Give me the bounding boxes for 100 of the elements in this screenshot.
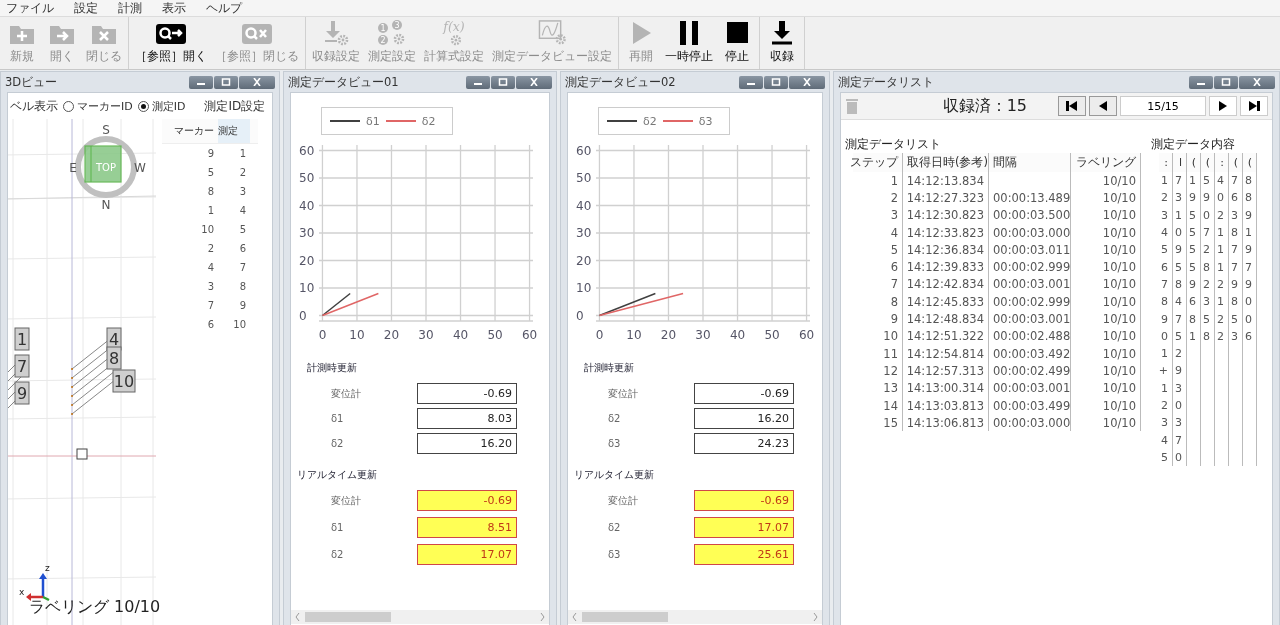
pause-icon <box>677 20 701 46</box>
table-cell: 00:00:02.999 <box>989 293 1071 311</box>
table-cell: 6 <box>1187 293 1201 311</box>
column-header[interactable]: マーカー <box>164 124 218 138</box>
origin-marker <box>76 448 88 460</box>
maximize-button[interactable] <box>214 75 238 89</box>
field-label: δ3 <box>608 438 622 449</box>
table-cell-text: 8 <box>238 281 247 292</box>
download-icon <box>770 20 794 46</box>
next-button[interactable] <box>1209 96 1237 116</box>
table-cell: 5 <box>1159 448 1173 467</box>
minimize-button[interactable] <box>739 75 763 89</box>
page-field[interactable]: 15/15 <box>1120 96 1206 116</box>
table-cell: 6 <box>1229 189 1243 207</box>
table-cell: 2 <box>1215 310 1229 328</box>
table-cell: 7 <box>1173 172 1187 190</box>
table-cell: 0 <box>1159 327 1173 345</box>
previous-button[interactable] <box>1089 96 1117 116</box>
table-cell: 10/10 <box>1071 344 1141 363</box>
table-cell: 4 <box>1173 293 1187 311</box>
value-field: 17.07 <box>694 517 794 538</box>
table-cell: 0 <box>1215 189 1229 207</box>
maximize-button[interactable] <box>491 75 515 89</box>
axis-tick-label: 10 <box>576 281 592 295</box>
column-header[interactable]: ( <box>1201 153 1215 172</box>
axis-tick-label: 40 <box>729 328 746 342</box>
marker-label: 8 <box>106 346 122 370</box>
table-cell-text: 1 <box>206 205 215 216</box>
toolbar-button[interactable]: ［参照］開く <box>131 17 211 69</box>
axis-label: x <box>19 587 25 597</box>
table-cell: 00:00:03.001 <box>989 379 1071 397</box>
field-label: 変位計 <box>608 386 639 401</box>
table-cell: 1 <box>1187 172 1201 190</box>
table-cell: 2 <box>853 189 903 207</box>
section-title: 計測時更新 <box>584 361 635 375</box>
cube-face-label: TOP <box>96 162 116 173</box>
table-cell: 7 <box>1173 431 1187 449</box>
menu-item[interactable]: 設定 <box>72 0 108 16</box>
axis-tick-label: 60 <box>521 328 538 342</box>
minimize-button[interactable] <box>189 75 213 89</box>
table-cell: 14:12:27.323 <box>903 189 989 207</box>
axis-tick-label: 20 <box>576 253 592 268</box>
table-cell-text: 3 <box>238 186 247 197</box>
axis-tick-label: 0 <box>576 308 584 323</box>
table-cell: 14:12:36.834 <box>903 241 989 259</box>
column-header[interactable]: ( <box>1243 153 1257 172</box>
first-button[interactable] <box>1058 96 1086 116</box>
table-cell: 3 <box>1229 327 1243 345</box>
table-cell: 2 <box>1201 241 1215 259</box>
table-cell: 1 <box>1159 344 1173 363</box>
column-header[interactable]: : <box>1215 153 1229 172</box>
close-button[interactable] <box>239 75 275 89</box>
maximize-icon <box>498 78 508 86</box>
table-cell: 8 <box>1159 293 1173 311</box>
minimize-button[interactable] <box>1189 75 1213 89</box>
radio-option[interactable]: マーカーID <box>63 98 133 114</box>
value-field: 16.20 <box>417 433 517 454</box>
column-header[interactable]: ラベリング <box>1071 153 1141 172</box>
menu-item[interactable]: 計測 <box>116 0 152 16</box>
table-cell: 8 <box>1243 172 1257 190</box>
toolbar-button[interactable]: 収録 <box>762 17 802 69</box>
menu-item[interactable]: ヘルプ <box>204 0 252 16</box>
minimize-button[interactable] <box>466 75 490 89</box>
column-header[interactable]: 測定 <box>218 119 250 143</box>
download-gear-icon <box>322 20 350 46</box>
column-header[interactable]: ( <box>1229 153 1243 172</box>
table-cell: 5 <box>1201 310 1215 328</box>
radio-group-label: ベル表示 <box>10 97 58 115</box>
field-label: 変位計 <box>608 493 639 508</box>
maximize-icon <box>771 78 781 86</box>
column-header[interactable]: ステップ <box>853 153 903 172</box>
table-cell: 5 <box>1201 172 1215 190</box>
table-cell: 9 <box>1243 206 1257 224</box>
maximize-button[interactable] <box>1214 75 1238 89</box>
toolbar-button[interactable]: 一時停止 <box>661 17 717 69</box>
menu-item[interactable]: 表示 <box>160 0 196 16</box>
menu-item[interactable]: ファイル <box>4 0 64 16</box>
column-header[interactable]: 取得日時(参考) <box>903 153 989 172</box>
axis-tick-label: 0 <box>595 328 604 342</box>
table-cell: 3 <box>853 206 903 224</box>
close-button[interactable] <box>789 75 825 89</box>
last-button[interactable] <box>1240 96 1268 116</box>
table-cell: 13 <box>853 379 903 397</box>
toolbar-button[interactable]: 停止 <box>717 17 757 69</box>
close-button[interactable] <box>516 75 552 89</box>
column-header[interactable]: ( <box>1187 153 1201 172</box>
table-cell-text: 6 <box>238 243 247 254</box>
column-header[interactable]: l <box>1173 153 1187 172</box>
radio-option[interactable]: 測定ID <box>137 98 186 114</box>
table-cell: 15 <box>853 414 903 432</box>
maximize-button[interactable] <box>764 75 788 89</box>
panel-title: 3Dビュー <box>5 74 58 90</box>
table-cell-text: 1 <box>238 148 247 159</box>
close-button[interactable] <box>1239 75 1275 89</box>
axis-tick-label: 50 <box>299 171 315 185</box>
column-header[interactable]: : <box>1159 153 1173 172</box>
value-field: -0.69 <box>417 383 517 404</box>
table-cell: 10/10 <box>1071 206 1141 224</box>
column-header[interactable]: 間隔 <box>989 153 1071 172</box>
table-cell: 8 <box>1187 310 1201 328</box>
